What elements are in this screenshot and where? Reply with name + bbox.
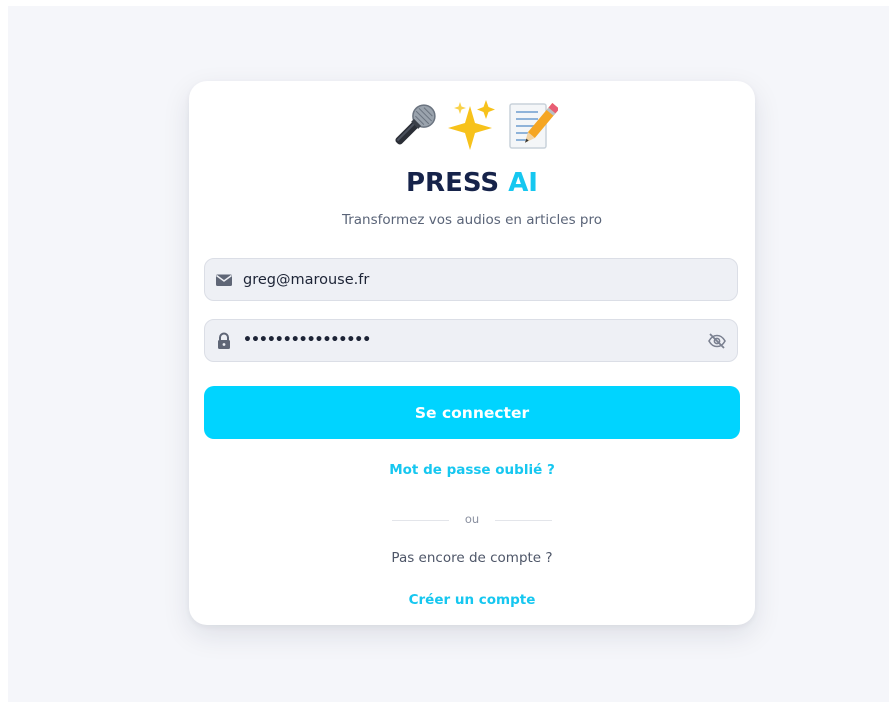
lock-icon bbox=[218, 332, 230, 349]
create-account-link[interactable]: Créer un compte bbox=[189, 592, 755, 608]
login-button[interactable]: Se connecter bbox=[204, 386, 740, 439]
password-value: •••••••••••••••• bbox=[243, 332, 371, 348]
eye-slash-icon[interactable] bbox=[707, 331, 727, 351]
divider-text: ou bbox=[464, 512, 480, 526]
memo-icon bbox=[509, 103, 558, 149]
title-ai: AI bbox=[508, 168, 538, 198]
password-field[interactable]: •••••••••••••••• bbox=[204, 319, 738, 362]
divider: ou bbox=[392, 512, 552, 528]
logo-emojis bbox=[189, 98, 755, 154]
title-press: PRESS bbox=[406, 168, 500, 198]
envelope-icon bbox=[216, 274, 232, 286]
microphone-icon bbox=[395, 104, 436, 145]
sparkles-icon bbox=[448, 100, 495, 150]
login-card: PRESS AI Transformez vos audios en artic… bbox=[189, 81, 755, 625]
email-value: greg@marouse.fr bbox=[243, 272, 370, 288]
divider-line-right bbox=[495, 520, 552, 521]
no-account-text: Pas encore de compte ? bbox=[391, 550, 553, 566]
forgot-password-link[interactable]: Mot de passe oublié ? bbox=[189, 462, 755, 478]
app-title: PRESS AI bbox=[189, 166, 755, 200]
page-background: PRESS AI Transformez vos audios en artic… bbox=[8, 6, 889, 702]
subtitle: Transformez vos audios en articles pro bbox=[341, 212, 603, 228]
email-field[interactable]: greg@marouse.fr bbox=[204, 258, 738, 301]
